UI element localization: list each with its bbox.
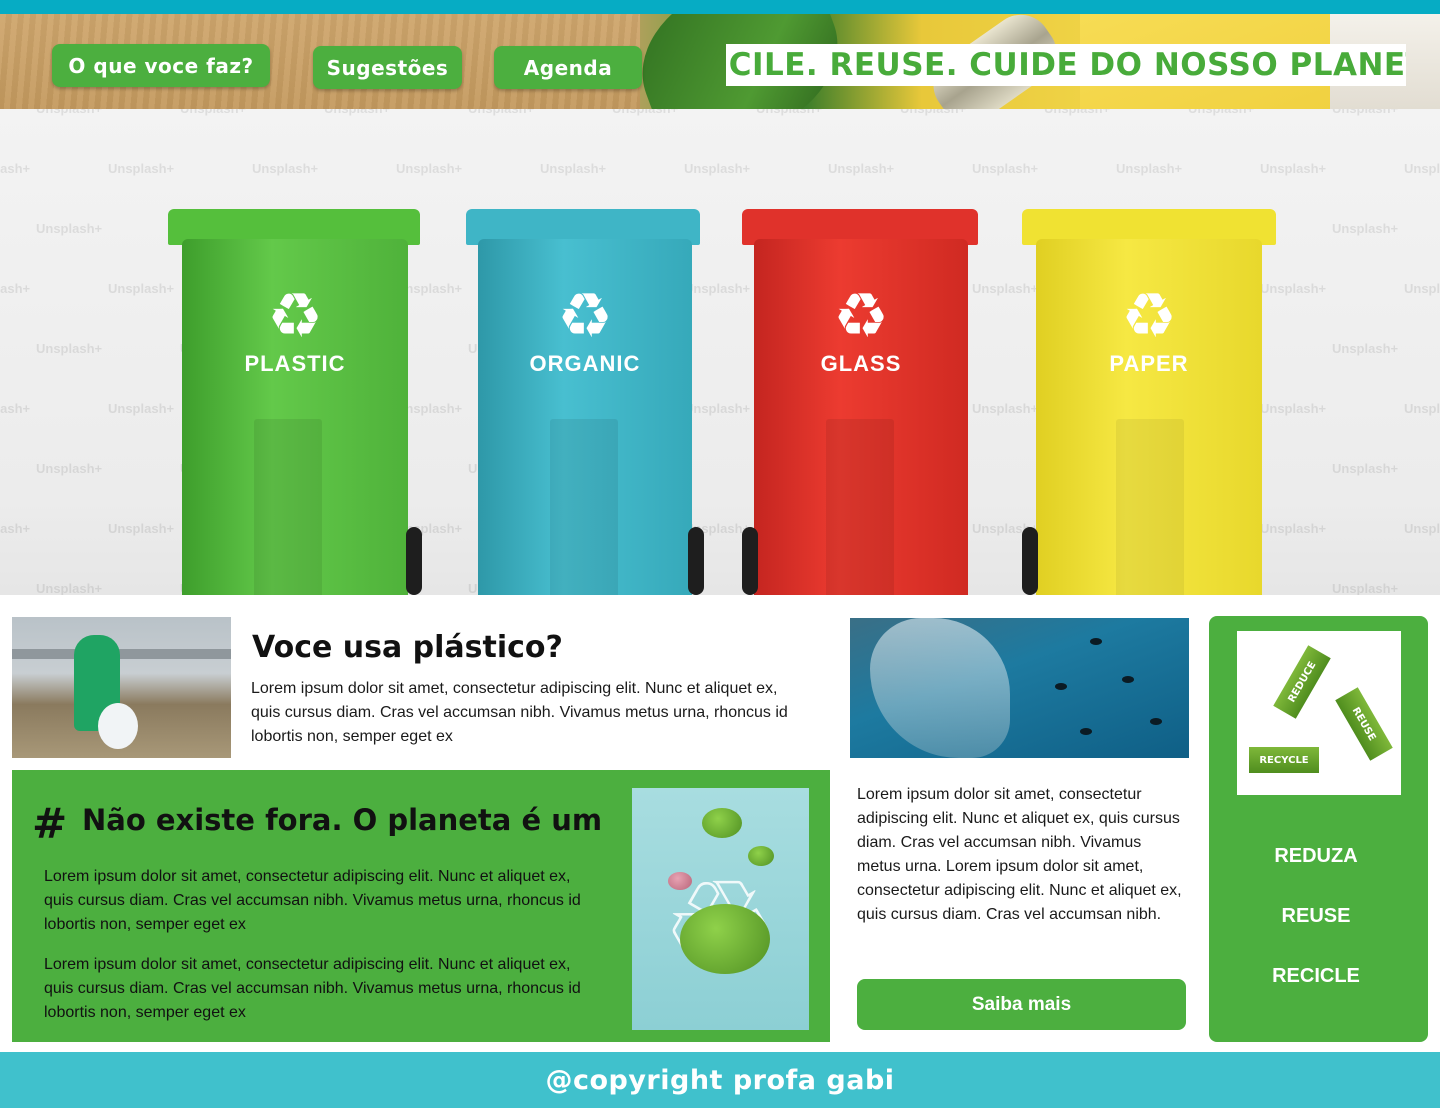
hero-recycling-bins-image: Unsplash+ Unsplash+ Unsplash+ Unsplash+ Unsp…: [0, 109, 1440, 595]
watermark-text: Unsplash+: [0, 521, 31, 536]
fish-shape: [1090, 638, 1102, 645]
watermark-text: Unsplash+: [0, 401, 31, 416]
recycle-icon: ♻: [1121, 279, 1177, 352]
watermark-text: Unsplash+: [900, 109, 966, 116]
watermark-text: Unsplash+: [1404, 161, 1440, 176]
watermark-text: Unsplash+: [108, 281, 175, 296]
planet-section-paragraph-1: Lorem ipsum dolor sit amet, consectetur …: [44, 868, 581, 933]
watermark-text: Unsplash+: [1188, 109, 1254, 116]
watermark-text: Unsplash+: [0, 161, 31, 176]
watermark-text: Unsplash+: [1404, 281, 1440, 296]
watermark-text: Unsplash+: [612, 109, 678, 116]
footer-copyright: @copyright profa gabi: [545, 1064, 895, 1096]
watermark-text: Unsplash+: [0, 281, 31, 296]
watermark-text: Unsplash+: [396, 161, 463, 176]
watermark-text: Unsplash+: [1332, 109, 1398, 116]
sidebar-item-reuse: REUSE: [1281, 905, 1351, 927]
learn-more-button[interactable]: Saiba mais: [857, 979, 1186, 1030]
bridge-shape: [12, 649, 231, 659]
planet-section-paragraph-2: Lorem ipsum dolor sit amet, consectetur …: [44, 956, 581, 1021]
bin-wheel: [688, 527, 704, 595]
heart-shape: [702, 808, 742, 838]
watermark-text: Unsplash+: [828, 161, 895, 176]
bin-front-panel: [826, 419, 894, 595]
nav-button-agenda[interactable]: Agenda: [494, 46, 642, 89]
logo-arrow-reuse: REUSE: [1335, 687, 1393, 761]
bin-front-panel: [550, 419, 618, 595]
watermark-text: Unsplash+: [108, 161, 175, 176]
plastic-section-text: Lorem ipsum dolor sit amet, consectetur …: [251, 680, 788, 745]
watermark-text: Unsplash+: [36, 581, 103, 595]
watermark-text: Unsplash+: [1332, 581, 1399, 595]
watermark-text: Unsplash+: [1044, 109, 1110, 116]
watermark-text: Unsplash+: [108, 521, 175, 536]
bin-label-glass: GLASS: [820, 351, 902, 376]
bin-front-panel: [1116, 419, 1184, 595]
recycle-logo-image: REDUCE REUSE RECYCLE: [1237, 631, 1401, 795]
sidebar-item-recicle: RECICLE: [1272, 965, 1360, 987]
bin-paper: ♻ PAPER: [1022, 209, 1276, 595]
page: O que voce faz? Sugestões Agenda RECILE.…: [0, 0, 1440, 1108]
logo-arrow-recycle: RECYCLE: [1249, 747, 1319, 773]
nav-button-what-you-do[interactable]: O que voce faz?: [52, 44, 270, 87]
plastic-section-title: Voce usa plástico?: [252, 630, 563, 665]
sidebar-item-reduza: REDUZA: [1274, 845, 1358, 867]
logo-arrow-reduce: REDUCE: [1273, 645, 1331, 719]
ocean-section-text: Lorem ipsum dolor sit amet, consectetur …: [857, 786, 1182, 923]
bin-label-organic: ORGANIC: [529, 351, 641, 376]
watermark-text: Unsplash+: [108, 401, 175, 416]
header-slogan: RECILE. REUSE. CUIDE DO NOSSO PLANETA: [726, 44, 1406, 86]
watermark-text: Unsplash+: [1404, 401, 1440, 416]
bin-organic: ♻ ORGANIC: [466, 209, 704, 595]
top-color-strip: [0, 0, 1440, 14]
bin-label-plastic: PLASTIC: [244, 351, 346, 376]
watermark-text: Unsplash+: [1404, 521, 1440, 536]
planet-section-title: Não existe fora. O planeta é um: [82, 803, 603, 837]
bin-wheel: [1022, 527, 1038, 595]
watermark-text: Unsplash+: [1332, 341, 1399, 356]
nav-button-suggestions[interactable]: Sugestões: [313, 46, 462, 89]
watermark-text: Unsplash+: [252, 161, 319, 176]
bin-plastic: ♻ PLASTIC: [168, 209, 422, 595]
image-green-hearts-recycle: ♲: [632, 788, 809, 1030]
image-ocean-plastic: [850, 618, 1189, 758]
watermark-text: Unsplash+: [756, 109, 822, 116]
fish-shape: [1080, 728, 1092, 735]
watermark-text: Unsplash+: [36, 109, 102, 116]
watermark-text: Unsplash+: [36, 341, 103, 356]
watermark-text: Unsplash+: [684, 161, 751, 176]
heart-shape: [680, 904, 770, 974]
watermark-text: Unsplash+: [1116, 161, 1183, 176]
image-beach-cleanup: [12, 617, 231, 758]
footer: @copyright profa gabi: [0, 1052, 1440, 1108]
watermark-text: Unsplash+: [540, 161, 607, 176]
bin-glass: ♻ GLASS: [742, 209, 980, 595]
trash-bag-shape: [98, 703, 138, 749]
fish-shape: [1150, 718, 1162, 725]
recycle-icon: ♻: [833, 279, 889, 352]
bin-wheel: [742, 527, 758, 595]
watermark-text: Unsplash+: [1260, 161, 1327, 176]
bin-body: ♻ PAPER: [1036, 239, 1262, 595]
watermark-text: Unsplash+: [36, 461, 103, 476]
hash-icon: #: [32, 799, 68, 848]
watermark-text: Unsplash+: [468, 109, 534, 116]
watermark-text: Unsplash+: [324, 109, 390, 116]
plastic-bag-shape: [870, 618, 1010, 758]
bin-body: ♻ GLASS: [754, 239, 968, 595]
fish-shape: [1055, 683, 1067, 690]
recycle-icon: ♻: [557, 279, 613, 352]
watermark-text: Unsplash+: [1332, 221, 1399, 236]
bin-front-panel: [254, 419, 322, 595]
watermark-text: Unsplash+: [36, 221, 103, 236]
watermark-text: Unsplash+: [180, 109, 246, 116]
watermark-text: Unsplash+: [1332, 461, 1399, 476]
bin-body: ♻ PLASTIC: [182, 239, 408, 595]
fish-shape: [1122, 676, 1134, 683]
recycle-icon: ♻: [267, 279, 323, 352]
bin-body: ♻ ORGANIC: [478, 239, 692, 595]
bin-label-paper: PAPER: [1109, 351, 1189, 376]
watermark-text: Unsplash+: [972, 161, 1039, 176]
bin-wheel: [406, 527, 422, 595]
